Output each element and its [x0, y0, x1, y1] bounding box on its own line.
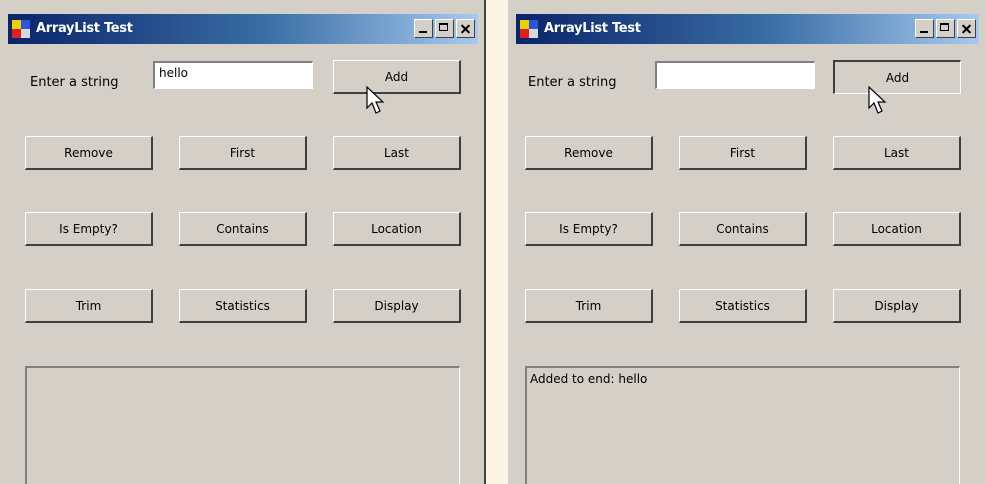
maximize-icon[interactable]: [435, 19, 454, 38]
display-button[interactable]: Display: [833, 289, 961, 323]
string-input[interactable]: [655, 61, 815, 89]
first-button[interactable]: First: [179, 136, 307, 170]
enter-string-label: Enter a string: [30, 75, 119, 90]
minimize-icon[interactable]: [915, 19, 934, 38]
close-icon[interactable]: [456, 19, 475, 38]
remove-button[interactable]: Remove: [25, 136, 153, 170]
statistics-button[interactable]: Statistics: [179, 289, 307, 323]
enter-string-label: Enter a string: [528, 75, 617, 90]
contains-button[interactable]: Contains: [179, 212, 307, 246]
app-icon[interactable]: [12, 20, 30, 38]
close-icon[interactable]: [957, 19, 976, 38]
string-input[interactable]: hello: [153, 61, 313, 89]
app-icon[interactable]: [520, 20, 538, 38]
output-area: [25, 366, 460, 484]
remove-button[interactable]: Remove: [525, 136, 653, 170]
first-button[interactable]: First: [679, 136, 807, 170]
window-before-add: ArrayList Test Enter a string hello Add …: [0, 0, 486, 484]
title-bar[interactable]: ArrayList Test: [516, 14, 979, 44]
statistics-button[interactable]: Statistics: [679, 289, 807, 323]
display-button[interactable]: Display: [333, 289, 461, 323]
mouse-cursor-icon: [366, 86, 385, 114]
title-bar[interactable]: ArrayList Test: [8, 14, 478, 44]
caption-buttons: [913, 19, 976, 39]
window-title: ArrayList Test: [36, 21, 133, 36]
last-button[interactable]: Last: [333, 136, 461, 170]
output-area: Added to end: hello: [525, 366, 960, 484]
mouse-cursor-icon: [868, 86, 887, 114]
minimize-icon[interactable]: [414, 19, 433, 38]
is-empty-button[interactable]: Is Empty?: [525, 212, 653, 246]
contains-button[interactable]: Contains: [679, 212, 807, 246]
last-button[interactable]: Last: [833, 136, 961, 170]
location-button[interactable]: Location: [833, 212, 961, 246]
trim-button[interactable]: Trim: [25, 289, 153, 323]
maximize-icon[interactable]: [936, 19, 955, 38]
caption-buttons: [412, 19, 475, 39]
window-after-add: ArrayList Test Enter a string Add Remove…: [508, 0, 985, 484]
add-button[interactable]: Add: [833, 60, 961, 94]
location-button[interactable]: Location: [333, 212, 461, 246]
is-empty-button[interactable]: Is Empty?: [25, 212, 153, 246]
window-title: ArrayList Test: [544, 21, 641, 36]
trim-button[interactable]: Trim: [525, 289, 653, 323]
add-button[interactable]: Add: [333, 60, 461, 94]
